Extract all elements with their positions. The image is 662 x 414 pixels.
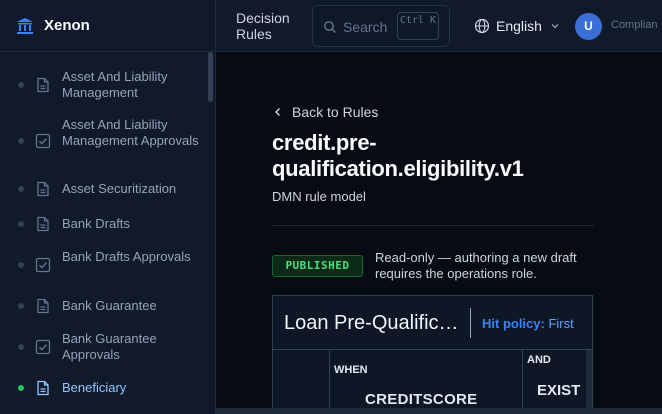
divider [470, 308, 471, 338]
search-input[interactable]: Search Ctrl K [312, 5, 450, 47]
sidebar-item-asset-liability-management[interactable]: Asset And Liability Management [0, 68, 210, 102]
checkbox-icon [35, 133, 51, 149]
checkbox-icon [35, 339, 51, 355]
table-scrollbar[interactable] [586, 350, 592, 414]
top-header: Decision Rules Search Ctrl K English U C… [216, 0, 662, 52]
status-dot [18, 303, 24, 309]
rule-title: credit.pre-qualification.eligibility.v1 [272, 130, 524, 181]
sidebar-nav: Asset And Liability Management Asset And… [0, 52, 210, 414]
main-content: Back to Rules credit.pre-qualification.e… [216, 52, 662, 414]
sidebar-item-label: Bank Guarantee [62, 298, 157, 313]
brand[interactable]: Xenon [0, 0, 215, 52]
back-link-label: Back to Rules [292, 104, 379, 120]
hit-policy-label: Hit policy: [482, 316, 545, 331]
read-only-notice: Read-only — authoring a new draft requir… [375, 250, 577, 281]
sidebar-item-label: Asset Securitization [62, 181, 177, 196]
status-dot [18, 186, 24, 192]
column-divider [522, 350, 523, 414]
search-placeholder: Search [343, 19, 388, 35]
status-dot-active [18, 385, 24, 391]
and-label: AND [527, 354, 551, 366]
globe-icon [474, 18, 490, 34]
sidebar-item-bank-drafts-approvals[interactable]: Bank Drafts Approvals [0, 248, 210, 282]
keyboard-shortcut-badge: Ctrl K [397, 12, 439, 40]
sidebar-item-label: Asset And Liability Management Approvals [62, 117, 199, 148]
status-dot [18, 221, 24, 227]
sidebar-item-asset-securitization[interactable]: Asset Securitization [0, 180, 210, 198]
input-column-header[interactable]: CREDITSCORE [365, 391, 477, 408]
sidebar-item-asset-liability-management-approvals[interactable]: Asset And Liability Management Approvals [0, 116, 210, 166]
sidebar-item-bank-guarantee-approvals[interactable]: Bank Guarantee Approvals [0, 330, 210, 364]
sidebar-item-label: Bank Drafts Approvals [62, 249, 191, 264]
decision-table-name: Loan Pre-Qualification [284, 312, 462, 334]
bank-icon [17, 17, 33, 34]
user-role: Complian [611, 19, 658, 31]
document-icon [37, 77, 49, 93]
sidebar-item-label: Beneficiary [62, 380, 127, 395]
divider [272, 225, 594, 226]
chevron-left-icon [275, 108, 280, 116]
status-badge: PUBLISHED [272, 255, 363, 277]
document-icon [37, 216, 49, 232]
language-selector[interactable]: English [474, 17, 560, 35]
hit-policy[interactable]: Hit policy: First [482, 316, 574, 331]
sidebar-item-bank-guarantee[interactable]: Bank Guarantee [0, 297, 210, 315]
avatar[interactable]: U [575, 13, 602, 40]
column-divider [329, 350, 330, 414]
document-icon [37, 298, 49, 314]
back-to-rules-link[interactable]: Back to Rules [272, 104, 378, 120]
when-label: WHEN [334, 364, 368, 376]
page-title: Decision Rules [236, 10, 290, 42]
document-icon [37, 181, 49, 197]
sidebar-item-label: Asset And Liability Management [62, 69, 168, 100]
rule-subtitle: DMN rule model [272, 189, 366, 204]
horizontal-scrollbar[interactable] [216, 408, 662, 414]
sidebar-item-bank-drafts[interactable]: Bank Drafts [0, 215, 210, 233]
sidebar-scrollbar[interactable] [208, 52, 213, 102]
sidebar-item-label: Bank Guarantee Approvals [62, 331, 157, 362]
checkbox-icon [35, 257, 51, 273]
app-name: Xenon [44, 17, 90, 34]
language-label: English [496, 18, 542, 34]
sidebar-item-beneficiary[interactable]: Beneficiary [0, 379, 210, 397]
hit-policy-value: First [548, 316, 574, 331]
status-dot [18, 138, 24, 144]
document-icon [37, 380, 49, 396]
chevron-down-icon [551, 24, 559, 29]
status-dot [18, 262, 24, 268]
status-dot [18, 344, 24, 350]
sidebar-item-label: Bank Drafts [62, 216, 130, 231]
sidebar: Xenon Asset And Liability Management Ass… [0, 0, 216, 414]
status-dot [18, 82, 24, 88]
search-icon [324, 21, 336, 33]
input-column-header[interactable]: EXIST [537, 382, 580, 399]
decision-table-header: Loan Pre-Qualification Hit policy: First [273, 296, 592, 350]
decision-table: Loan Pre-Qualification Hit policy: First… [272, 295, 593, 414]
